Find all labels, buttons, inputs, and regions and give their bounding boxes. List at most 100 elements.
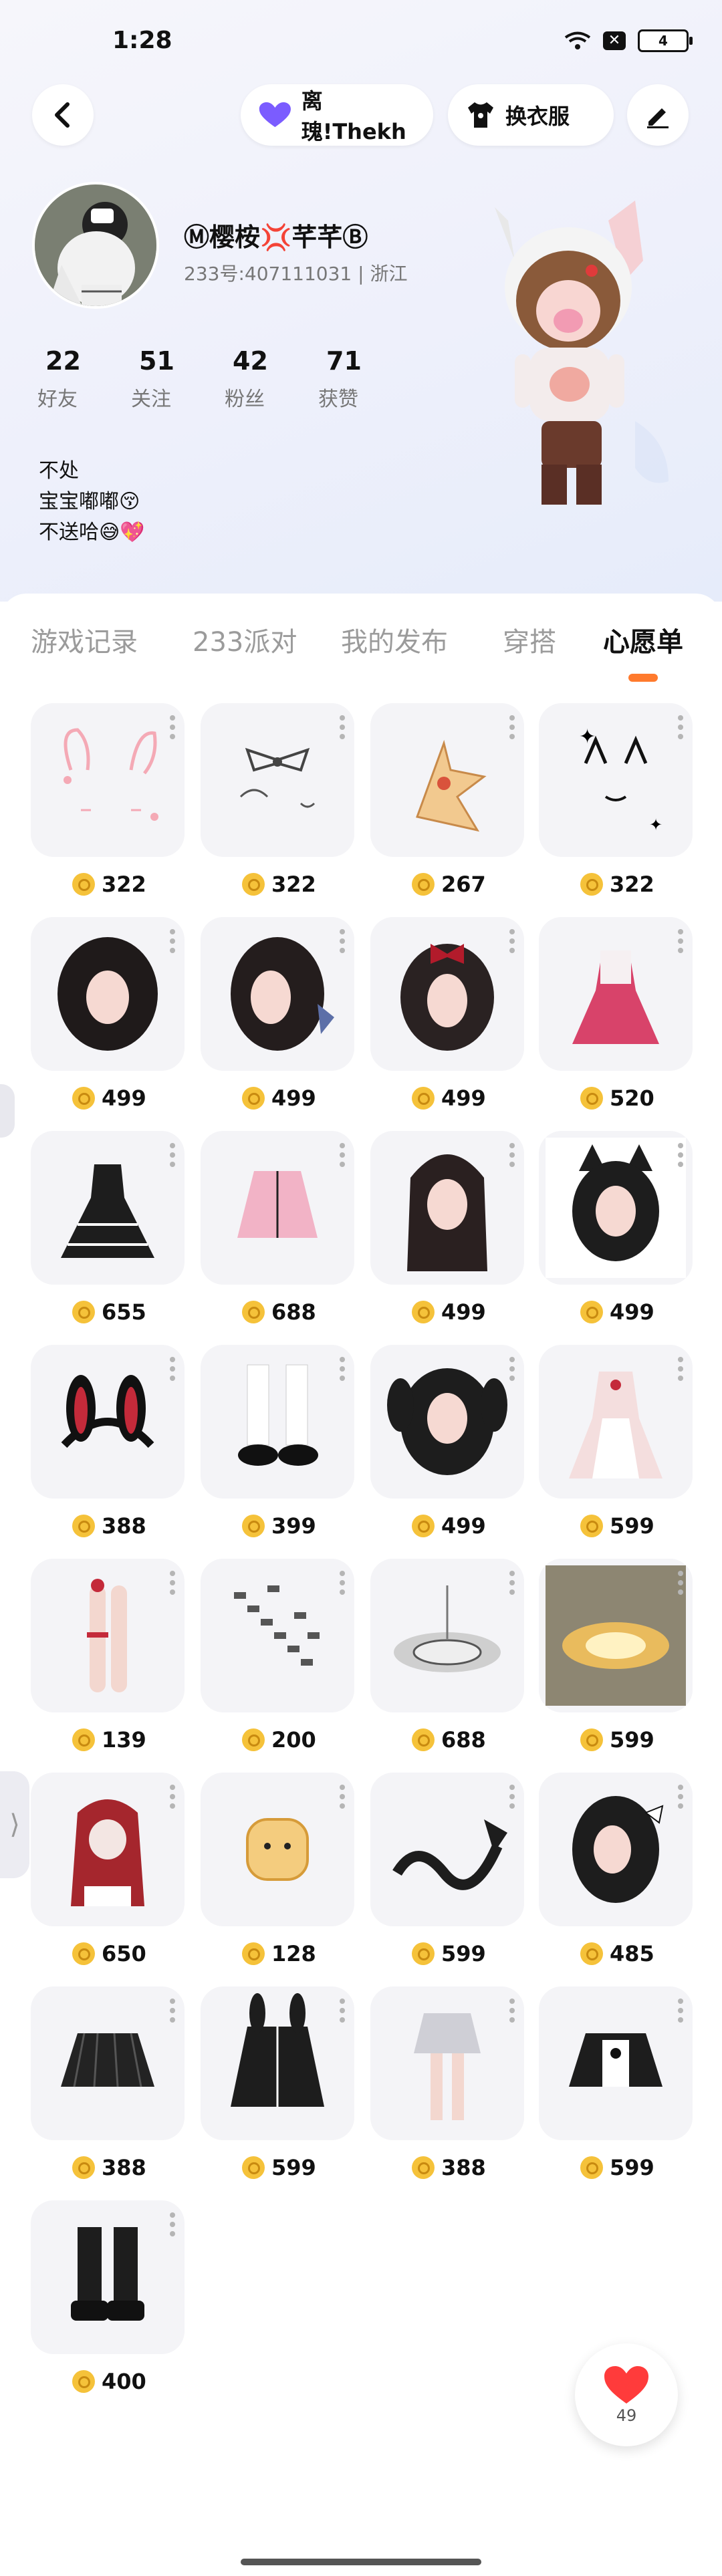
wishlist-item[interactable]: 499	[201, 917, 354, 1111]
edit-profile-button[interactable]	[627, 84, 689, 146]
more-options-icon[interactable]	[509, 1357, 515, 1381]
tab-my-posts[interactable]: 我的发布	[341, 620, 448, 659]
more-options-icon[interactable]	[170, 2212, 175, 2236]
wishlist-item-thumbnail[interactable]	[201, 1559, 354, 1712]
wishlist-item[interactable]: ✦ ✦ 322	[539, 703, 693, 897]
stat-friends[interactable]: 22 好友	[37, 346, 131, 412]
wishlist-item[interactable]: 200	[201, 1559, 354, 1753]
wishlist-item[interactable]: 388	[31, 1345, 185, 1539]
wishlist-item[interactable]: 599	[539, 1559, 693, 1753]
wishlist-item[interactable]: 399	[201, 1345, 354, 1539]
wishlist-item-thumbnail[interactable]	[201, 703, 354, 857]
wishlist-item-thumbnail[interactable]	[31, 1131, 185, 1285]
more-options-icon[interactable]	[678, 1357, 683, 1381]
wishlist-item[interactable]: 599	[539, 1986, 693, 2180]
stat-following[interactable]: 51 关注	[131, 346, 225, 412]
back-button[interactable]	[32, 84, 94, 146]
wishlist-item[interactable]: 388	[31, 1986, 185, 2180]
tab-outfits[interactable]: 穿搭	[503, 620, 556, 659]
more-options-icon[interactable]	[678, 1999, 683, 2023]
wishlist-item[interactable]: 499	[370, 1345, 524, 1539]
home-indicator[interactable]	[241, 2559, 481, 2565]
wishlist-item[interactable]: 388	[370, 1986, 524, 2180]
more-options-icon[interactable]	[340, 929, 345, 953]
more-options-icon[interactable]	[509, 1571, 515, 1595]
more-options-icon[interactable]	[678, 1143, 683, 1167]
more-options-icon[interactable]	[678, 715, 683, 739]
wishlist-item-thumbnail[interactable]	[31, 1986, 185, 2140]
wishlist-item-thumbnail[interactable]	[31, 917, 185, 1071]
wishlist-item[interactable]: 655	[31, 1131, 185, 1325]
more-options-icon[interactable]	[170, 929, 175, 953]
left-edge-handle[interactable]	[0, 1084, 15, 1138]
more-options-icon[interactable]	[509, 1999, 515, 2023]
wishlist-item-thumbnail[interactable]	[539, 917, 693, 1071]
more-options-icon[interactable]	[678, 929, 683, 953]
avatar[interactable]	[32, 182, 159, 309]
more-options-icon[interactable]	[170, 1999, 175, 2023]
wishlist-item-thumbnail[interactable]	[31, 1773, 185, 1926]
change-outfit-button[interactable]: 换衣服	[448, 84, 614, 146]
wishlist-item[interactable]: 499	[370, 917, 524, 1111]
wishlist-item-thumbnail[interactable]	[201, 1131, 354, 1285]
more-options-icon[interactable]	[340, 1785, 345, 1809]
wishlist-item-thumbnail[interactable]	[370, 1345, 524, 1499]
stat-fans[interactable]: 42 粉丝	[225, 346, 318, 412]
wishlist-item[interactable]: 400	[31, 2200, 185, 2394]
more-options-icon[interactable]	[340, 1999, 345, 2023]
more-options-icon[interactable]	[509, 1785, 515, 1809]
wishlist-item-thumbnail[interactable]	[201, 1345, 354, 1499]
wishlist-item-thumbnail[interactable]	[201, 917, 354, 1071]
more-options-icon[interactable]	[509, 715, 515, 739]
tab-wishlist[interactable]: 心愿单	[603, 620, 683, 659]
more-options-icon[interactable]	[170, 1571, 175, 1595]
wishlist-item[interactable]: 485	[539, 1773, 693, 1966]
wishlist-item[interactable]: 322	[31, 703, 185, 897]
wishlist-item-thumbnail[interactable]	[539, 1131, 693, 1285]
wishlist-item-thumbnail[interactable]	[370, 1773, 524, 1926]
wishlist-item[interactable]: 599	[539, 1345, 693, 1539]
pet-button[interactable]: 离瑰!Thekh	[241, 84, 433, 146]
more-options-icon[interactable]	[170, 1785, 175, 1809]
wishlist-item[interactable]: 267	[370, 703, 524, 897]
tab-game-records[interactable]: 游戏记录	[31, 620, 138, 659]
wishlist-item-thumbnail[interactable]	[201, 1986, 354, 2140]
stat-likes[interactable]: 71 获赞	[318, 346, 412, 412]
more-options-icon[interactable]	[509, 1143, 515, 1167]
wishlist-item-thumbnail[interactable]	[539, 1345, 693, 1499]
wishlist-item-thumbnail[interactable]	[31, 1559, 185, 1712]
more-options-icon[interactable]	[340, 1571, 345, 1595]
wishlist-item[interactable]: 688	[201, 1131, 354, 1325]
more-options-icon[interactable]	[509, 929, 515, 953]
wishlist-item[interactable]: 128	[201, 1773, 354, 1966]
wishlist-item[interactable]: 520	[539, 917, 693, 1111]
wishlist-item-thumbnail[interactable]	[370, 703, 524, 857]
wishlist-item-thumbnail[interactable]	[31, 2200, 185, 2354]
more-options-icon[interactable]	[678, 1785, 683, 1809]
wishlist-item[interactable]: 688	[370, 1559, 524, 1753]
wishlist-item[interactable]: 599	[201, 1986, 354, 2180]
wishlist-item[interactable]: 322	[201, 703, 354, 897]
more-options-icon[interactable]	[170, 1143, 175, 1167]
wishlist-item[interactable]: 499	[539, 1131, 693, 1325]
expand-side-panel-button[interactable]: ⟩	[0, 1771, 29, 1878]
wishlist-item-thumbnail[interactable]	[370, 1559, 524, 1712]
wishlist-item-thumbnail[interactable]	[370, 1986, 524, 2140]
wishlist-item-thumbnail[interactable]	[539, 1986, 693, 2140]
more-options-icon[interactable]	[340, 1357, 345, 1381]
more-options-icon[interactable]	[170, 1357, 175, 1381]
wishlist-item[interactable]: 599	[370, 1773, 524, 1966]
wishlist-item[interactable]: 139	[31, 1559, 185, 1753]
wishlist-item[interactable]: 499	[31, 917, 185, 1111]
avatar-character[interactable]	[468, 201, 689, 575]
wishlist-item-thumbnail[interactable]	[370, 1131, 524, 1285]
wishlist-item-thumbnail[interactable]	[370, 917, 524, 1071]
tab-233-party[interactable]: 233派对	[193, 620, 297, 659]
wishlist-item-thumbnail[interactable]	[539, 1773, 693, 1926]
like-button[interactable]: 49	[575, 2343, 678, 2446]
wishlist-item-thumbnail[interactable]: ✦ ✦	[539, 703, 693, 857]
wishlist-item-thumbnail[interactable]	[201, 1773, 354, 1926]
more-options-icon[interactable]	[340, 715, 345, 739]
more-options-icon[interactable]	[170, 715, 175, 739]
wishlist-item[interactable]: 499	[370, 1131, 524, 1325]
